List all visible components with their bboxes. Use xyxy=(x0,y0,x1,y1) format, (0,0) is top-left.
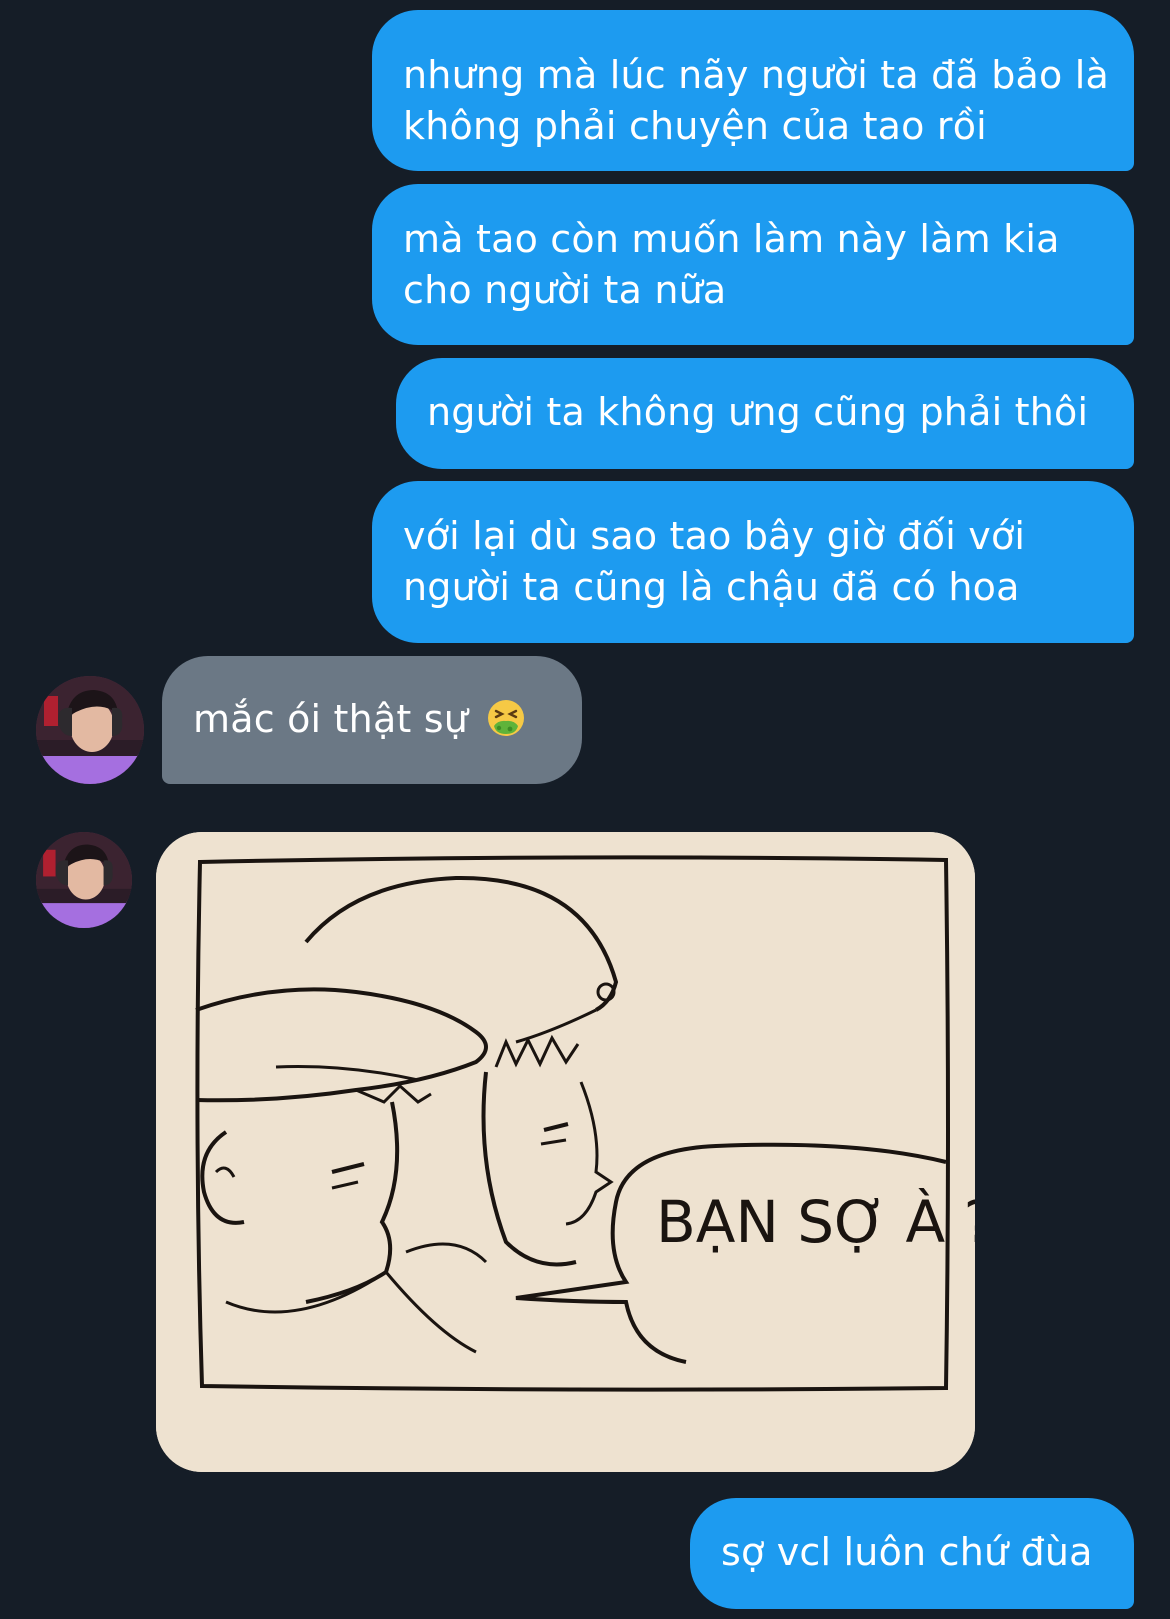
nauseated-face-icon xyxy=(488,699,525,736)
outgoing-message-3[interactable]: người ta không ưng cũng phải thôi xyxy=(396,358,1134,469)
message-text: nhưng mà lúc nãy người ta đã bảo là khôn… xyxy=(403,53,1109,148)
message-text: người ta không ưng cũng phải thôi xyxy=(427,390,1089,434)
outgoing-message-4[interactable]: với lại dù sao tao bây giờ đối với người… xyxy=(372,481,1134,643)
sender-avatar[interactable] xyxy=(36,832,132,928)
avatar-photo xyxy=(36,676,144,784)
comic-speech-text: BẠN SỢ À ? xyxy=(656,1187,975,1256)
sender-avatar[interactable] xyxy=(36,676,144,784)
avatar-photo xyxy=(36,832,132,928)
message-text: với lại dù sao tao bây giờ đối với người… xyxy=(403,514,1026,609)
message-text: sợ vcl luôn chứ đùa xyxy=(721,1530,1093,1574)
incoming-message-1[interactable]: mắc ói thật sự xyxy=(162,656,582,784)
message-text: mắc ói thật sự xyxy=(193,697,469,741)
message-text: mà tao còn muốn làm này làm kia cho ngườ… xyxy=(403,217,1060,312)
comic-image-message[interactable]: BẠN SỢ À ? xyxy=(156,832,975,1472)
outgoing-message-1[interactable]: nhưng mà lúc nãy người ta đã bảo là khôn… xyxy=(372,10,1134,171)
outgoing-message-2[interactable]: mà tao còn muốn làm này làm kia cho ngườ… xyxy=(372,184,1134,345)
outgoing-message-5[interactable]: sợ vcl luôn chứ đùa xyxy=(690,1498,1134,1609)
comic-illustration: BẠN SỢ À ? xyxy=(156,832,975,1472)
